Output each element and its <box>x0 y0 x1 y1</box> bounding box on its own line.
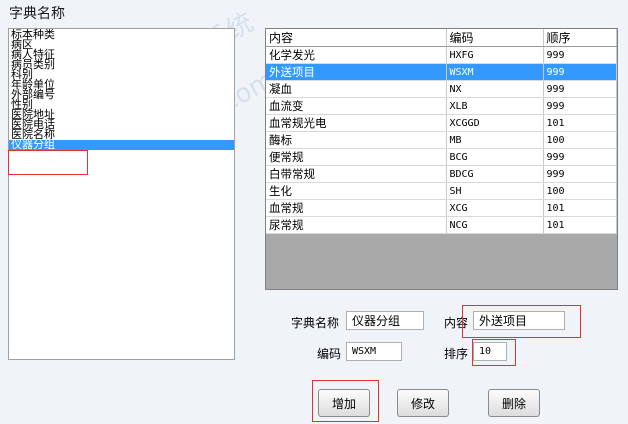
cell-code: NCG <box>446 216 544 234</box>
cell-order: 999 <box>543 97 617 115</box>
highlight-list-item <box>8 150 88 175</box>
highlight-add-button <box>312 380 379 422</box>
list-item[interactable]: 标本种类 <box>9 29 234 40</box>
table-row[interactable]: 尿常规 NCG 101 <box>266 216 617 234</box>
cell-code: WSXM <box>446 63 544 81</box>
cell-content: 尿常规 <box>266 216 447 234</box>
cell-order: 101 <box>543 114 617 132</box>
cell-code: BCG <box>446 148 544 166</box>
code-label: 编码 <box>317 347 342 361</box>
cell-code: XCG <box>446 199 544 217</box>
cell-order: 999 <box>543 80 617 98</box>
cell-order: 999 <box>543 63 617 81</box>
cell-code: XCGGD <box>446 114 544 132</box>
highlight-order-field <box>472 339 516 366</box>
cell-content: 血常规光电 <box>266 114 447 132</box>
table-row[interactable]: 凝血 NX 999 <box>266 80 617 98</box>
cell-order: 100 <box>543 131 617 149</box>
table-row[interactable]: 生化 SH 100 <box>266 182 617 200</box>
cell-code: XLB <box>446 97 544 115</box>
cell-code: BDCG <box>446 165 544 183</box>
dictionary-grid[interactable]: 内容 编码 顺序 化学发光 HXFG 999 外送项目 WSXM 999 凝血 NX 999 血流… <box>265 28 618 290</box>
table-row[interactable]: 酶标 MB 100 <box>266 131 617 149</box>
dict-name-label: 字典名称 <box>291 316 340 330</box>
cell-code: SH <box>446 182 544 200</box>
table-row[interactable]: 白带常规 BDCG 999 <box>266 165 617 183</box>
cell-content: 外送项目 <box>266 63 447 81</box>
dict-name-field[interactable] <box>346 311 424 330</box>
column-header-code[interactable]: 编码 <box>446 29 544 47</box>
cell-content: 血流变 <box>266 97 447 115</box>
cell-order: 100 <box>543 182 617 200</box>
cell-content: 白带常规 <box>266 165 447 183</box>
page-title: 字典名称 <box>9 6 65 22</box>
cell-order: 999 <box>543 148 617 166</box>
column-header-content[interactable]: 内容 <box>266 29 447 47</box>
list-item[interactable]: 外部编号 <box>9 89 234 100</box>
table-row[interactable]: 化学发光 HXFG 999 <box>266 46 617 64</box>
cell-content: 酶标 <box>266 131 447 149</box>
grid-header-row: 内容 编码 顺序 <box>266 29 617 47</box>
cell-content: 化学发光 <box>266 46 447 64</box>
cell-content: 血常规 <box>266 199 447 217</box>
table-row[interactable]: 便常规 BCG 999 <box>266 148 617 166</box>
cell-content: 凝血 <box>266 80 447 98</box>
order-label: 排序 <box>444 347 469 361</box>
delete-button[interactable]: 删除 <box>488 389 540 417</box>
highlight-content-field <box>462 305 581 338</box>
cell-order: 101 <box>543 199 617 217</box>
cell-content: 生化 <box>266 182 447 200</box>
table-row[interactable]: 血常规 XCG 101 <box>266 199 617 217</box>
cell-code: HXFG <box>446 46 544 64</box>
modify-button[interactable]: 修改 <box>397 389 449 417</box>
cell-order: 999 <box>543 46 617 64</box>
cell-code: MB <box>446 131 544 149</box>
code-field[interactable] <box>346 342 402 361</box>
cell-content: 便常规 <box>266 148 447 166</box>
dictionary-list[interactable]: 标本种类 病区 病人特征 病员类别 科别 年龄单位 外部编号 性别 医院地址 医院电话 医院名称 仪器… <box>8 28 235 360</box>
table-row[interactable]: 血流变 XLB 999 <box>266 97 617 115</box>
list-item[interactable]: 病员类别 <box>9 59 234 70</box>
cell-order: 999 <box>543 165 617 183</box>
table-row[interactable]: 外送项目 WSXM 999 <box>266 63 617 81</box>
cell-order: 101 <box>543 216 617 234</box>
list-item[interactable]: 仪器分组 <box>9 139 234 150</box>
column-header-order[interactable]: 顺序 <box>543 29 617 47</box>
table-row[interactable]: 血常规光电 XCGGD 101 <box>266 114 617 132</box>
cell-code: NX <box>446 80 544 98</box>
